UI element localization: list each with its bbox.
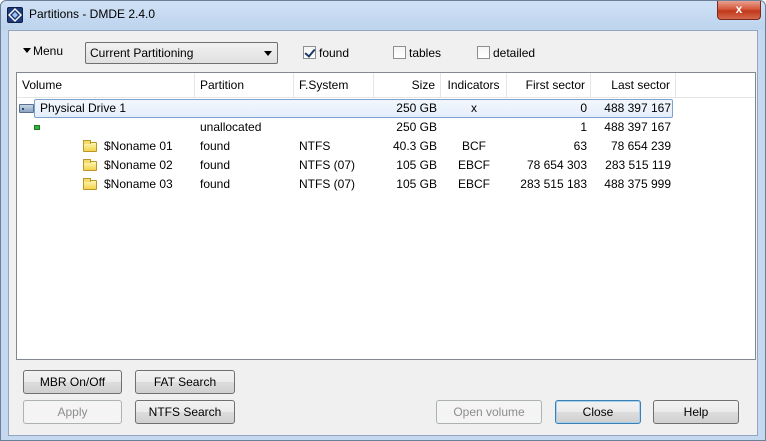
table-row-unallocated[interactable]: unallocated 250 GB 1 488 397 167 (17, 118, 755, 137)
fsystem-cell: NTFS (299, 139, 331, 153)
table-row-noname-01[interactable]: $Noname 01 found NTFS 40.3 GB BCF 63 78 … (17, 137, 755, 156)
first-sector-cell: 0 (580, 101, 587, 115)
fsystem-cell: NTFS (07) (299, 158, 356, 172)
checkbox-unchecked-icon (393, 46, 406, 59)
last-sector-cell: 488 397 167 (604, 120, 671, 134)
folder-icon (83, 140, 97, 152)
help-button[interactable]: Help (653, 400, 739, 424)
indicators-cell: x (471, 101, 477, 115)
checkbox-unchecked-icon (477, 46, 490, 59)
found-checkbox[interactable]: found (303, 46, 349, 60)
last-sector-cell: 488 375 999 (604, 177, 671, 191)
size-cell: 105 GB (396, 177, 437, 191)
dialog-client-area: Menu Current Partitioning found tables d… (8, 30, 758, 436)
size-cell: 250 GB (396, 101, 437, 115)
list-header: Volume Partition F.System Size Indicator… (17, 73, 755, 98)
tables-checkbox-label: tables (409, 46, 442, 60)
first-sector-cell: 78 654 303 (526, 158, 587, 172)
checkbox-checked-icon (303, 46, 316, 59)
table-row-noname-02[interactable]: $Noname 02 found NTFS (07) 105 GB EBCF 7… (17, 156, 755, 175)
tables-checkbox[interactable]: tables (393, 46, 441, 60)
volume-cell: $Noname 02 (104, 158, 173, 172)
column-header-fsystem[interactable]: F.System (294, 73, 374, 98)
detailed-checkbox-label: detailed (493, 46, 536, 60)
window-title: Partitions - DMDE 2.4.0 (29, 7, 156, 21)
last-sector-cell: 283 515 119 (605, 158, 671, 172)
column-header-first-sector[interactable]: First sector (507, 73, 591, 98)
apply-button[interactable]: Apply (23, 400, 122, 424)
unallocated-icon (34, 125, 40, 130)
partition-cell: found (200, 139, 231, 153)
open-volume-button[interactable]: Open volume (436, 400, 542, 424)
column-header-size[interactable]: Size (374, 73, 441, 98)
column-header-volume[interactable]: Volume (17, 73, 195, 98)
volume-cell: Physical Drive 1 (40, 101, 127, 115)
detailed-checkbox[interactable]: detailed (477, 46, 535, 60)
fsystem-cell: NTFS (07) (299, 177, 356, 191)
title-bar[interactable]: Partitions - DMDE 2.4.0 x (1, 1, 765, 29)
menu-label: Menu (33, 44, 64, 58)
partitions-list[interactable]: Volume Partition F.System Size Indicator… (16, 72, 756, 360)
ntfs-search-button[interactable]: NTFS Search (135, 400, 235, 424)
dmde-partitions-window: Partitions - DMDE 2.4.0 x Menu Current P… (0, 0, 766, 441)
dropdown-arrow-icon (23, 48, 31, 53)
mbr-on-off-button[interactable]: MBR On/Off (23, 370, 122, 394)
indicators-cell: BCF (462, 139, 486, 153)
size-cell: 250 GB (396, 120, 437, 134)
dmde-app-icon (7, 7, 23, 23)
folder-icon (83, 159, 97, 171)
drive-icon (19, 104, 34, 113)
partition-cell: unallocated (200, 120, 262, 134)
table-row-noname-03[interactable]: $Noname 03 found NTFS (07) 105 GB EBCF 2… (17, 175, 755, 194)
first-sector-cell: 283 515 183 (520, 177, 587, 191)
close-icon: x (735, 2, 743, 16)
fat-search-button[interactable]: FAT Search (135, 370, 235, 394)
chevron-down-icon (264, 51, 272, 56)
column-header-last-sector[interactable]: Last sector (591, 73, 676, 98)
volume-cell: $Noname 03 (104, 177, 173, 191)
partition-cell: found (200, 158, 231, 172)
column-header-indicators[interactable]: Indicators (441, 73, 507, 98)
column-header-partition[interactable]: Partition (195, 73, 294, 98)
first-sector-cell: 63 (573, 139, 587, 153)
first-sector-cell: 1 (580, 120, 587, 134)
partition-cell: found (200, 177, 231, 191)
size-cell: 40.3 GB (392, 139, 437, 153)
size-cell: 105 GB (396, 158, 437, 172)
table-row-physical-drive[interactable]: Physical Drive 1 250 GB x 0 488 397 167 (17, 99, 755, 118)
indicators-cell: EBCF (457, 158, 490, 172)
found-checkbox-label: found (319, 46, 350, 60)
indicators-cell: EBCF (457, 177, 490, 191)
indicators-cell (441, 118, 507, 137)
partitioning-view-value: Current Partitioning (90, 46, 194, 60)
window-close-button[interactable]: x (717, 1, 761, 20)
folder-icon (83, 178, 97, 190)
last-sector-cell: 488 397 167 (604, 101, 671, 115)
partitioning-view-select[interactable]: Current Partitioning (85, 42, 278, 64)
volume-cell: $Noname 01 (104, 139, 173, 153)
close-button[interactable]: Close (555, 400, 641, 424)
menu-button[interactable]: Menu (23, 44, 63, 58)
last-sector-cell: 78 654 239 (610, 139, 671, 153)
